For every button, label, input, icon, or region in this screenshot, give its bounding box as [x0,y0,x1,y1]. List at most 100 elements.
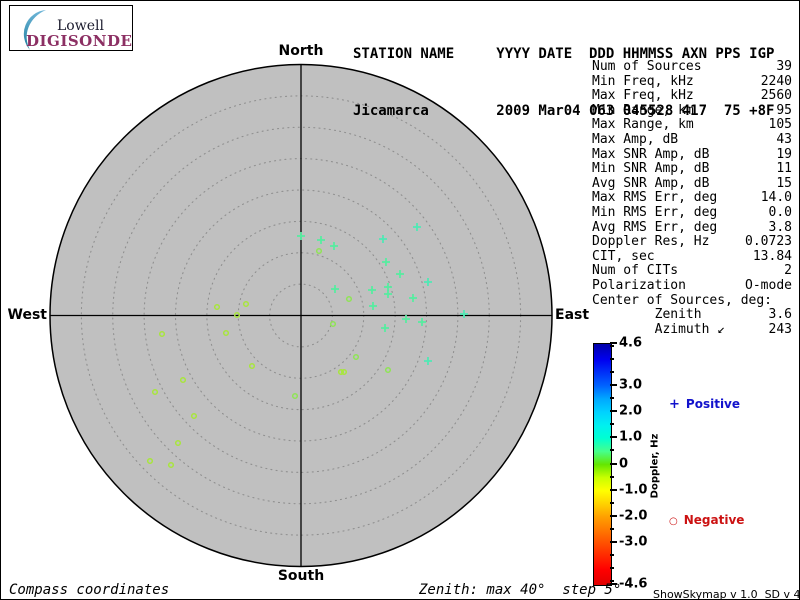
stat-row: Max Amp, dB 43 [592,132,792,147]
stat-value: 15 [776,175,792,191]
stat-label: Avg SNR Amp, dB [592,175,710,191]
colorbar-tick [610,423,614,426]
stat-value: 105 [768,117,792,133]
stat-value: 39 [776,59,792,74]
stat-row: Min Freq, kHz 2240 [592,74,792,89]
legend-positive-label: Positive [685,397,741,411]
colorbar-axis-title: Doppler, Hz [649,433,661,499]
stat-value: O-mode [745,277,792,293]
stat-label: Max RMS Err, deg [592,190,718,206]
stat-row: Min SNR Amp, dB 11 [592,161,792,176]
colorbar-label: 1.0 [619,429,643,445]
stat-label: Min Range, km [592,102,694,118]
stat-label: Max Freq, kHz [592,88,694,104]
colorbar-tick [610,514,617,517]
colorbar-tick [610,567,614,570]
stat-row: Max RMS Err, deg 14.0 [592,190,792,205]
stat-row: Max Freq, kHz 2560 [592,88,792,103]
stat-row: Avg RMS Err, deg 3.8 [592,220,792,235]
plus-marker-icon: + [669,397,680,412]
stat-value: 243 [768,321,792,337]
stat-row: Zenith 3.6 [592,307,792,322]
colorbar-label: -1.0 [619,482,648,498]
stat-value: 11 [776,161,792,177]
coordinates-mode-label: Compass coordinates [9,582,170,598]
colorbar-tick [610,436,617,439]
legend-positive: + Positive [669,397,740,412]
stat-label: Max Amp, dB [592,131,679,147]
colorbar-label: -3.0 [619,534,648,550]
skymap-window: Lowell DIGISONDE STATION NAME YYYY DATE … [0,0,800,600]
stat-label: Zenith [592,307,702,323]
stat-label: CIT, sec [592,248,655,264]
stat-value: 19 [776,146,792,162]
stat-row: Max SNR Amp, dB 19 [592,147,792,162]
stat-label: Min RMS Err, deg [592,204,718,220]
stat-row: Min RMS Err, deg 0.0 [592,205,792,220]
stat-value: 3.8 [768,219,792,235]
digisonde-logo: Lowell DIGISONDE [9,5,133,51]
stat-row: Doppler Res, Hz 0.0723 [592,234,792,249]
stat-label: Polarization [592,277,686,293]
colorbar-label: -2.0 [619,508,648,524]
stat-value: 95 [776,102,792,118]
stat-row: Max Range, km 105 [592,117,792,132]
colorbar-tick [610,541,617,544]
colorbar-tick [610,527,614,530]
stat-row: Azimuth ↙ 243 [592,322,792,337]
stat-value: 14.0 [760,190,792,206]
colorbar-tick [610,580,614,583]
stat-label: Max Range, km [592,117,694,133]
colorbar-tick [610,410,617,413]
stat-row: Num of Sources 39 [592,59,792,74]
colorbar-label: 4.6 [619,335,643,351]
stat-row: Num of CITs 2 [592,263,792,278]
compass-label-north: North [278,43,324,59]
colorbar-tick [610,370,614,373]
compass-label-west: West [7,307,47,323]
circle-marker-icon: ○ [669,516,678,527]
colorbar-tick [610,488,617,491]
stat-label: Max SNR Amp, dB [592,146,710,162]
colorbar-label: -4.6 [619,576,648,592]
stat-label: Num of CITs [592,263,679,279]
stat-label: Azimuth ↙ [592,321,726,337]
colorbar-tick [610,344,614,347]
colorbar-tick [610,397,614,399]
colorbar-tick [610,583,617,585]
colorbar-label: 0 [619,456,629,471]
measurement-stats-panel: Num of Sources 39 Min Freq, kHz 2240 Max Fre… [592,59,792,337]
stat-value: 43 [776,131,792,147]
colorbar-label: 3.0 [619,377,643,393]
stat-value: 0.0723 [745,234,792,250]
stat-label: Min Freq, kHz [592,73,694,89]
stat-value: 0.0 [768,204,792,220]
logo-digisonde-text: DIGISONDE [26,32,133,50]
stat-label: Avg RMS Err, deg [592,219,718,235]
colorbar-tick [610,475,614,478]
colorbar-tick [610,383,617,386]
software-version-label: ShowSkymap v 1.0 SD v 4.2 [653,588,800,600]
stat-label: Center of Sources, deg: [592,292,773,308]
stat-row: Avg SNR Amp, dB 15 [592,176,792,191]
stat-value: 2240 [760,73,792,89]
colorbar-tick [610,501,614,504]
legend-negative-label: Negative [683,513,745,527]
legend-negative: ○ Negative [669,513,744,527]
stat-value: 13.84 [752,248,792,264]
colorbar-tick [610,449,614,452]
colorbar-label: 2.0 [619,403,643,419]
stat-row: CIT, sec 13.84 [592,249,792,264]
zenith-scale-label: Zenith: max 40° step 5° [419,582,622,598]
colorbar-tick [610,554,614,557]
stat-value: 2 [784,263,792,279]
doppler-colorbar [593,343,612,586]
stat-row: Min Range, km 95 [592,103,792,118]
stat-value: 2560 [760,88,792,104]
stat-value: 3.6 [768,307,792,323]
compass-label-east: East [555,307,590,323]
compass-label-south: South [277,568,325,584]
stat-row: Center of Sources, deg: [592,293,792,308]
stat-label: Doppler Res, Hz [592,234,710,250]
colorbar-tick [610,462,617,465]
